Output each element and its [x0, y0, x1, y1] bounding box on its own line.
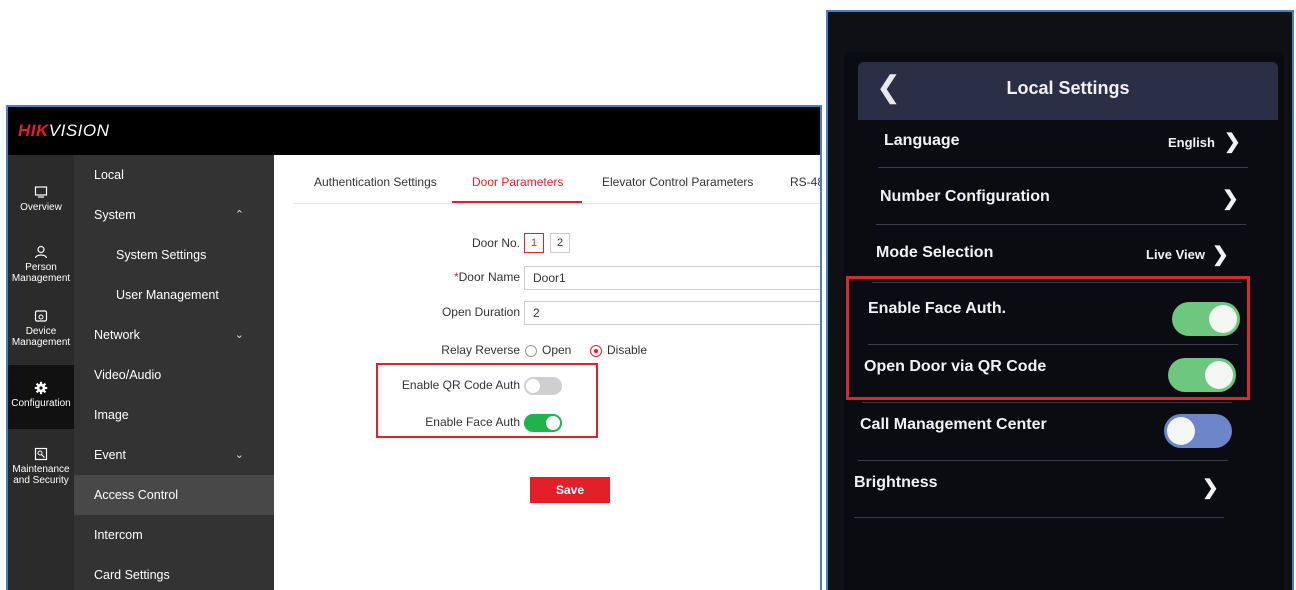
- device-icon: [34, 310, 48, 322]
- door-name-input[interactable]: Door1: [524, 266, 820, 290]
- door-2-button[interactable]: 2: [550, 233, 570, 253]
- nav-maintenance-security[interactable]: Maintenance and Security: [8, 447, 74, 486]
- maintenance-icon: [34, 447, 48, 461]
- tab-rs48[interactable]: RS-48: [790, 175, 820, 189]
- nav-configuration[interactable]: Configuration: [8, 365, 74, 429]
- door-no-label: Door No.: [471, 236, 520, 250]
- menu-system-settings[interactable]: System Settings: [74, 235, 274, 275]
- menu-local[interactable]: Local: [74, 155, 274, 195]
- menu-system[interactable]: System ⌃: [74, 195, 274, 235]
- menu-image[interactable]: Image: [74, 395, 274, 435]
- relay-reverse-label: Relay Reverse: [441, 343, 520, 357]
- chevron-right-icon: ❯: [1224, 131, 1241, 153]
- device-title: Local Settings: [1006, 78, 1130, 98]
- open-duration-input[interactable]: 2: [524, 301, 820, 325]
- door-1-button[interactable]: 1: [524, 233, 544, 253]
- chevron-right-icon: ❯: [1222, 188, 1239, 210]
- relay-disable-radio[interactable]: [590, 345, 602, 357]
- person-icon: [34, 245, 48, 259]
- open-duration-label: Open Duration: [441, 305, 520, 319]
- hikvision-logo: HIKVISION: [18, 121, 110, 140]
- menu-intercom[interactable]: Intercom: [74, 515, 274, 555]
- device-divider: [862, 402, 1232, 403]
- chevron-right-icon: ❯: [1202, 477, 1219, 499]
- device-call-center-toggle[interactable]: [1164, 414, 1232, 448]
- relay-open-radio[interactable]: [525, 345, 537, 357]
- top-bar: HIKVISION: [8, 107, 820, 155]
- save-button[interactable]: Save: [530, 477, 610, 503]
- web-config-panel: HIKVISION Overview Person Management Dev…: [6, 105, 822, 590]
- chevron-down-icon: ⌄: [234, 329, 244, 341]
- menu-card-settings[interactable]: Card Settings: [74, 555, 274, 590]
- device-divider: [854, 517, 1224, 518]
- config-menu: Local System ⌃ System Settings User Manag…: [74, 155, 274, 590]
- door-name-label: *Door Name: [453, 270, 520, 284]
- nav-device-management[interactable]: Device Management: [8, 309, 74, 348]
- chevron-up-icon: ⌃: [234, 209, 244, 221]
- relay-disable-label: Disable: [607, 343, 648, 357]
- nav-person-management[interactable]: Person Management: [8, 245, 74, 284]
- tab-elevator-control[interactable]: Elevator Control Parameters: [602, 175, 753, 189]
- device-header: ❮ Local Settings: [858, 62, 1278, 120]
- device-divider: [858, 460, 1228, 461]
- relay-open-label: Open: [542, 343, 572, 357]
- menu-event[interactable]: Event ⌄: [74, 435, 274, 475]
- tab-divider: [294, 203, 820, 204]
- menu-user-management[interactable]: User Management: [74, 275, 274, 315]
- chevron-down-icon: ⌄: [234, 449, 244, 461]
- icon-nav-bar: Overview Person Management Device Manage…: [8, 155, 74, 590]
- toggle-knob: [1167, 417, 1195, 445]
- chevron-right-icon: ❯: [1212, 244, 1229, 266]
- device-highlight-box: [846, 276, 1250, 400]
- web-highlight-box: [376, 363, 598, 438]
- tab-authentication-settings[interactable]: Authentication Settings: [314, 175, 437, 189]
- monitor-icon: [34, 186, 48, 198]
- nav-overview[interactable]: Overview: [8, 185, 74, 213]
- menu-access-control[interactable]: Access Control: [74, 475, 274, 515]
- device-divider: [876, 224, 1246, 225]
- device-divider: [878, 167, 1248, 168]
- menu-video-audio[interactable]: Video/Audio: [74, 355, 274, 395]
- tab-door-parameters[interactable]: Door Parameters: [472, 175, 563, 189]
- menu-network[interactable]: Network ⌄: [74, 315, 274, 355]
- gear-icon: [34, 381, 48, 395]
